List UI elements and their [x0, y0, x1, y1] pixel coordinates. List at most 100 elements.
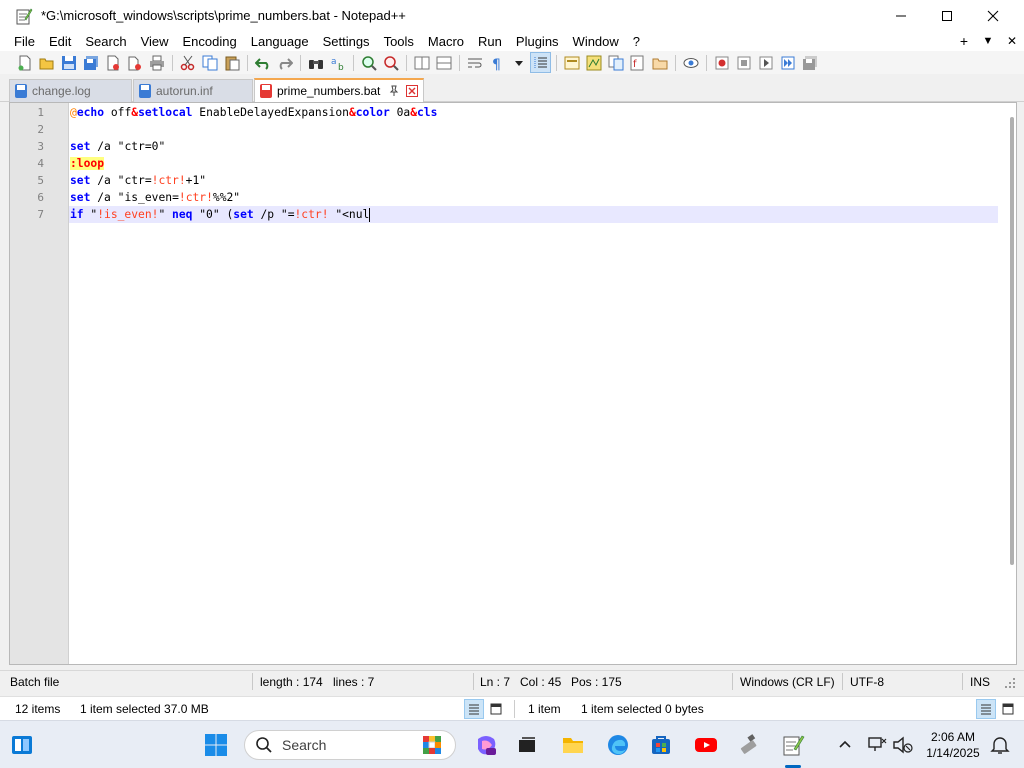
word-wrap-button[interactable]: [464, 52, 485, 73]
close-file-button[interactable]: [102, 52, 123, 73]
zoom-in-button[interactable]: [358, 52, 379, 73]
status-language: Batch file: [10, 675, 60, 689]
tab-label: change.log: [32, 84, 91, 98]
pin-icon[interactable]: [388, 85, 400, 97]
save-button[interactable]: [58, 52, 79, 73]
doc-list-button[interactable]: [605, 52, 626, 73]
record-macro-button[interactable]: [711, 52, 732, 73]
stop-macro-button[interactable]: [733, 52, 754, 73]
copilot-button[interactable]: [470, 729, 502, 761]
volume-button[interactable]: [887, 729, 919, 761]
menu-run[interactable]: Run: [471, 34, 509, 49]
menu-macro[interactable]: Macro: [421, 34, 471, 49]
status-eol[interactable]: Windows (CR LF): [740, 675, 835, 689]
play-macro-button[interactable]: [755, 52, 776, 73]
run-macro-multiple-button[interactable]: [777, 52, 798, 73]
copy-button[interactable]: [199, 52, 220, 73]
notepadpp-taskbar-button[interactable]: [777, 729, 809, 761]
status-insert-mode[interactable]: INS: [970, 675, 990, 689]
new-tab-button[interactable]: +: [952, 33, 976, 49]
redo-icon: [279, 57, 293, 70]
open-folder-icon: [39, 58, 53, 69]
udl-button[interactable]: [561, 52, 582, 73]
system-clock[interactable]: 2:06 AM 1/14/2025: [920, 729, 986, 761]
code-line-4[interactable]: :loop: [69, 155, 998, 172]
details-view-button-2[interactable]: [976, 699, 996, 719]
widgets-button[interactable]: [6, 729, 38, 761]
new-file-icon: [18, 55, 30, 70]
sync-vertical-button[interactable]: [411, 52, 432, 73]
menu-tools[interactable]: Tools: [377, 34, 421, 49]
close-tab-icon[interactable]: [406, 85, 419, 97]
menu-view[interactable]: View: [134, 34, 176, 49]
redo-button[interactable]: [274, 52, 295, 73]
usb-drive-button[interactable]: [733, 729, 765, 761]
notification-bell-icon: [990, 737, 1010, 754]
undo-button[interactable]: [252, 52, 273, 73]
code-view[interactable]: @echo off&setlocal EnableDelayedExpansio…: [69, 103, 998, 664]
start-button[interactable]: [200, 729, 232, 761]
status-encoding[interactable]: UTF-8: [850, 675, 884, 689]
tiles-view-button[interactable]: [486, 699, 506, 719]
tiles-view-button-2[interactable]: [998, 699, 1018, 719]
file-explorer-button[interactable]: [557, 729, 589, 761]
show-hidden-icons-button[interactable]: [829, 729, 861, 761]
cut-button[interactable]: [177, 52, 198, 73]
function-list-button[interactable]: f: [627, 52, 648, 73]
menu-plugins[interactable]: Plugins: [509, 34, 566, 49]
tab-autorun-inf[interactable]: autorun.inf: [133, 79, 253, 102]
minimize-button[interactable]: [878, 0, 924, 31]
vertical-scrollbar[interactable]: [1010, 117, 1014, 565]
notifications-button[interactable]: [984, 729, 1016, 761]
maximize-button[interactable]: [924, 0, 970, 31]
menu-encoding[interactable]: Encoding: [176, 34, 244, 49]
menu-file[interactable]: File: [0, 34, 42, 49]
details-view-button[interactable]: [464, 699, 484, 719]
close-all-button[interactable]: [124, 52, 145, 73]
show-all-chars-button[interactable]: ¶: [486, 52, 507, 73]
monitoring-button[interactable]: [680, 52, 701, 73]
new-file-button[interactable]: [14, 52, 35, 73]
code-line-6[interactable]: set /a "is_even=!ctr!%%2": [69, 189, 998, 206]
editor-area[interactable]: 1 2 3 4 5 6 7 @echo off&setlocal EnableD…: [9, 102, 1017, 665]
print-button[interactable]: [146, 52, 167, 73]
toolbar-separator: [459, 54, 460, 71]
code-line-7[interactable]: if "!is_even!" neq "0" (set /p "=!ctr! "…: [69, 206, 998, 223]
paste-button[interactable]: [221, 52, 242, 73]
save-macro-button[interactable]: [799, 52, 820, 73]
code-line-5[interactable]: set /a "ctr=!ctr!+1": [69, 172, 998, 189]
menu-settings[interactable]: Settings: [316, 34, 377, 49]
status-col: Col : 45: [520, 675, 562, 689]
explorer-item-count: 12 items: [15, 702, 61, 716]
menu-edit[interactable]: Edit: [42, 34, 78, 49]
doc-map-button[interactable]: [583, 52, 604, 73]
resize-grip-icon[interactable]: [1004, 677, 1016, 689]
menu-help[interactable]: ?: [626, 34, 647, 49]
search-highlight-button[interactable]: [416, 729, 448, 761]
menu-window[interactable]: Window: [566, 34, 626, 49]
zoom-out-button[interactable]: [380, 52, 401, 73]
indent-guide-button[interactable]: [530, 52, 551, 73]
sync-horizontal-button[interactable]: [433, 52, 454, 73]
code-line-1[interactable]: @echo off&setlocal EnableDelayedExpansio…: [69, 104, 998, 121]
indent-guide-dropdown[interactable]: [508, 52, 529, 73]
close-tab-button[interactable]: ✕: [1000, 34, 1024, 48]
close-button[interactable]: [970, 0, 1016, 31]
tab-change-log[interactable]: change.log: [9, 79, 132, 102]
folder-workspace-button[interactable]: [649, 52, 670, 73]
youtube-button[interactable]: [690, 729, 722, 761]
network-icon: [868, 737, 887, 751]
task-view-button[interactable]: [511, 729, 543, 761]
tab-prime-numbers-bat[interactable]: prime_numbers.bat: [254, 78, 424, 102]
edge-button[interactable]: [602, 729, 634, 761]
save-all-button[interactable]: [80, 52, 101, 73]
store-button[interactable]: [645, 729, 677, 761]
code-line-3[interactable]: set /a "ctr=0": [69, 138, 998, 155]
open-file-button[interactable]: [36, 52, 57, 73]
tab-list-button[interactable]: ▼: [976, 35, 1000, 47]
replace-button[interactable]: ab: [327, 52, 348, 73]
find-button[interactable]: [305, 52, 326, 73]
code-line-2[interactable]: [69, 121, 998, 138]
menu-language[interactable]: Language: [244, 34, 316, 49]
menu-search[interactable]: Search: [78, 34, 133, 49]
